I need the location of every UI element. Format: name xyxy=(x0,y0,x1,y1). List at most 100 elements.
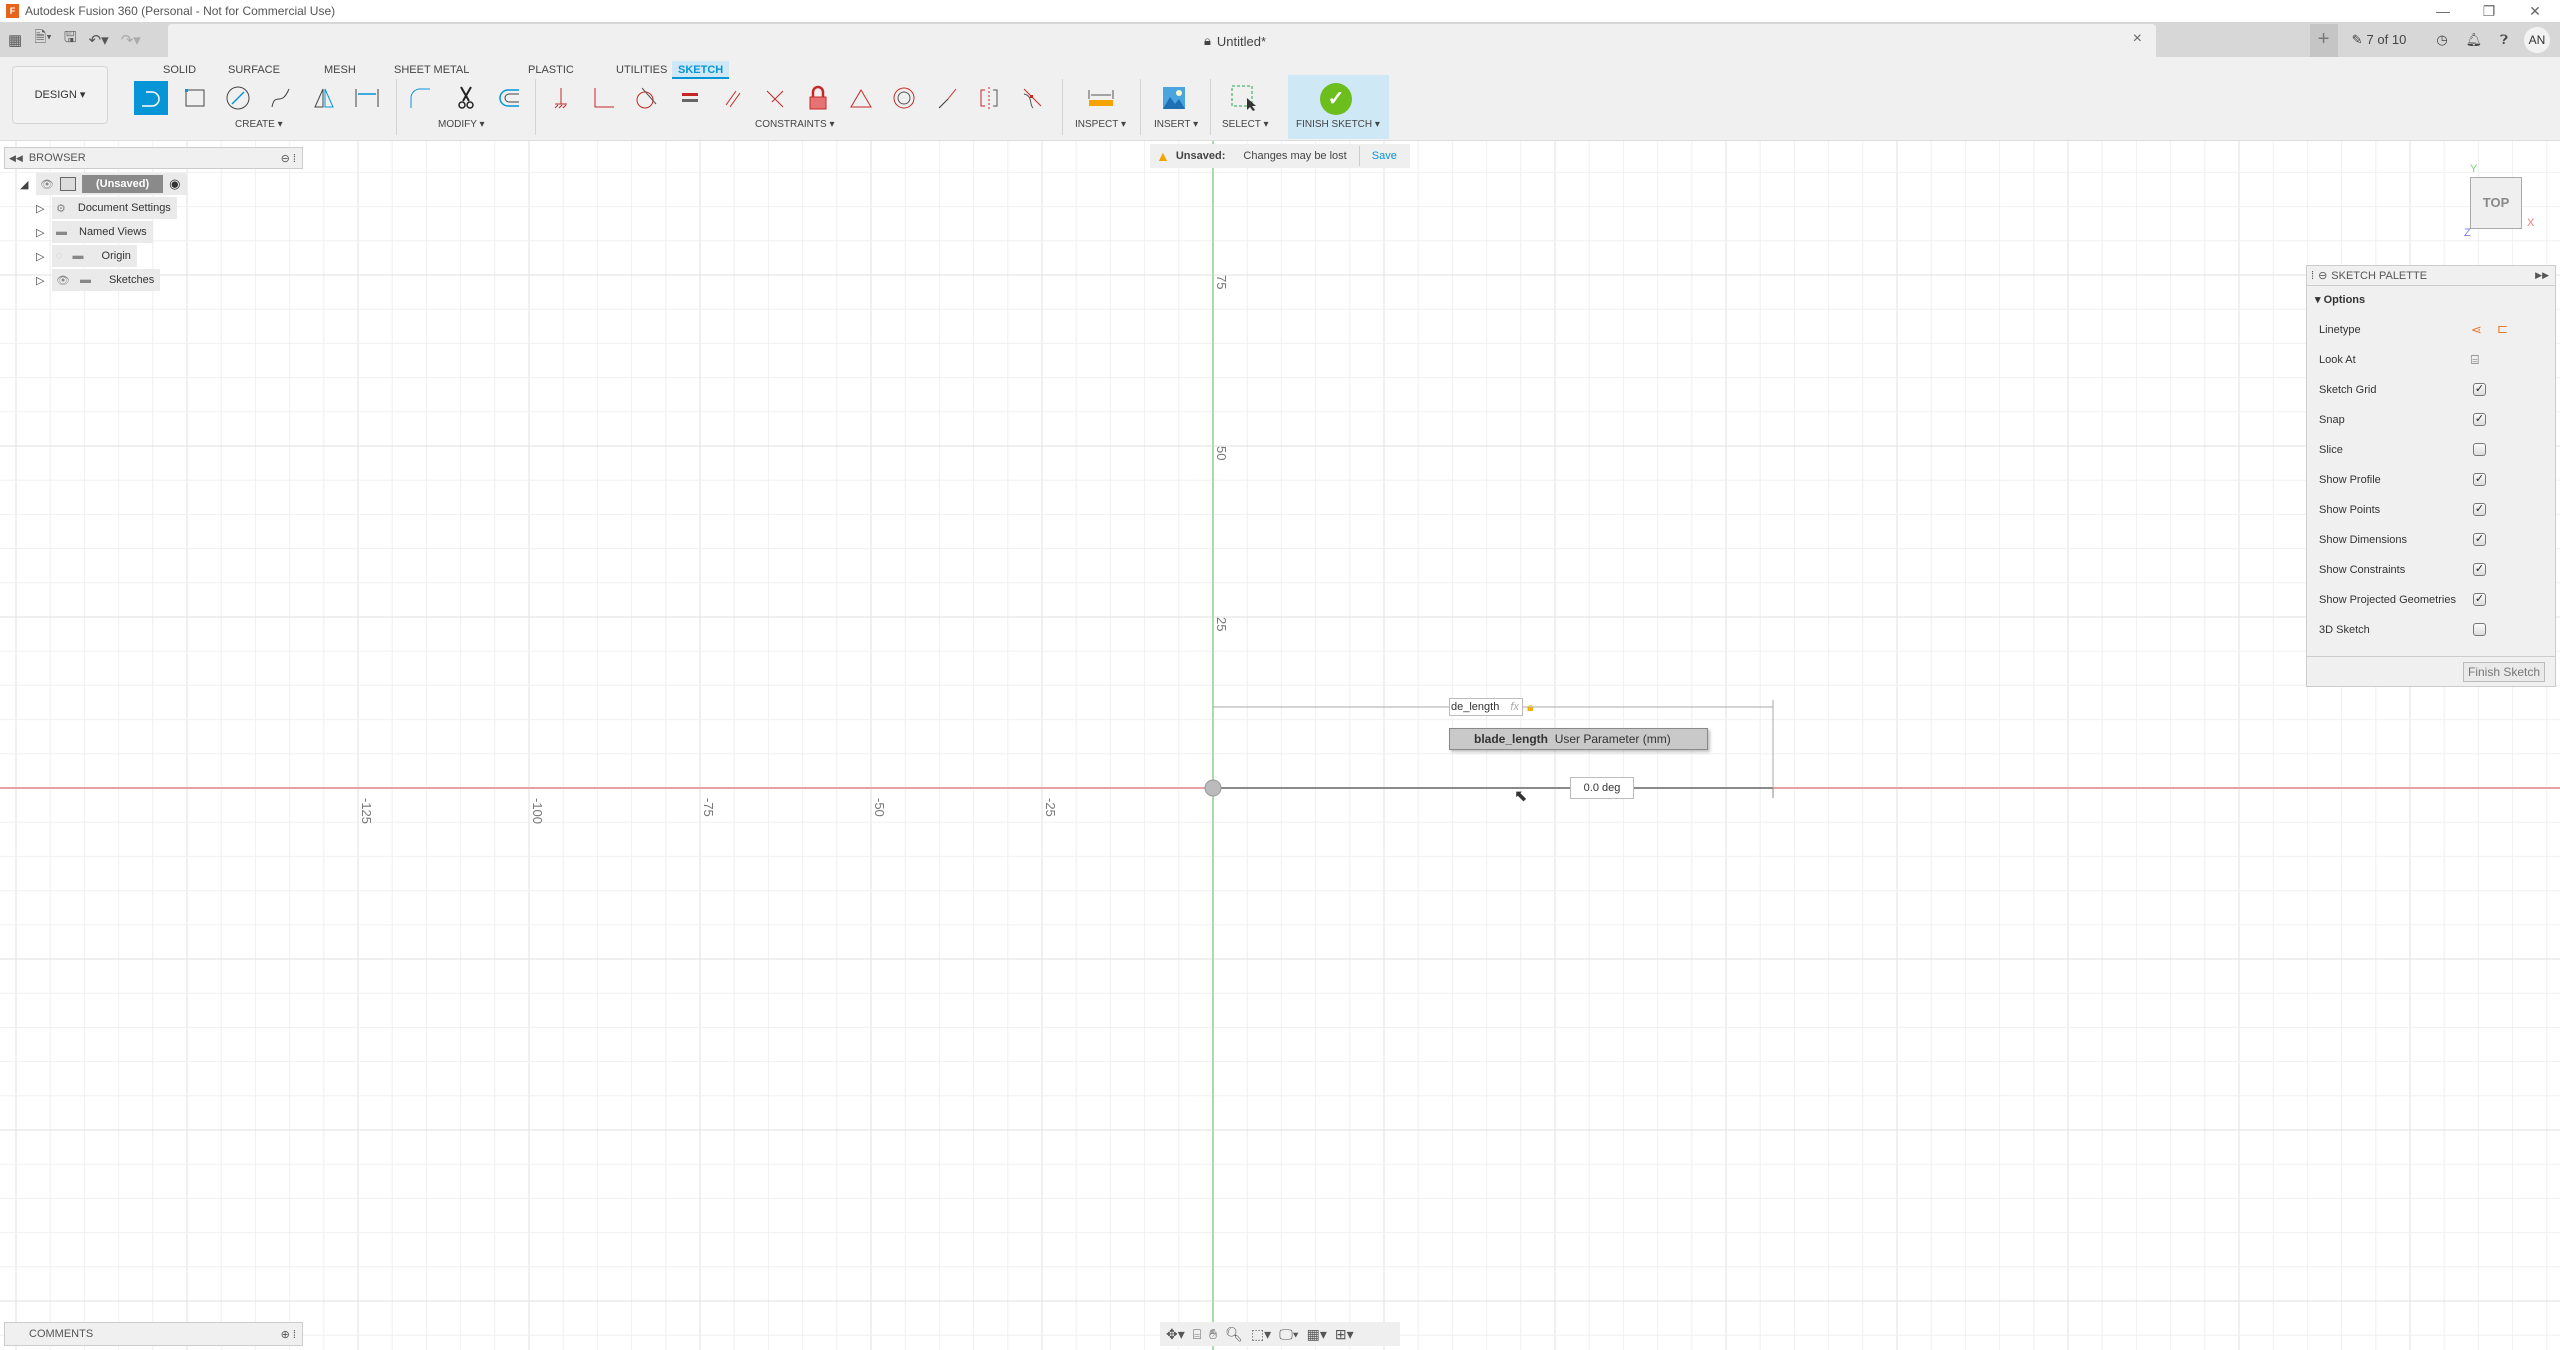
coincident-constraint-tool[interactable] xyxy=(587,81,621,115)
zoom-icon[interactable]: 🔍︎ xyxy=(1225,1326,1243,1343)
browser-item-named-views[interactable]: ▷ ▬ Named Views xyxy=(36,221,153,243)
checkbox-show-constraints[interactable]: ✓ xyxy=(2473,563,2486,576)
tab-solid[interactable]: SOLID xyxy=(157,61,202,79)
look-at-icon[interactable]: ⌸ xyxy=(2471,352,2479,368)
eye-icon[interactable]: 👁︎ xyxy=(56,274,70,287)
finish-sketch-palette-button[interactable]: Finish Sketch xyxy=(2463,662,2545,682)
palette-expand-icon[interactable]: ▶▶ xyxy=(2535,270,2549,281)
browser-item-origin[interactable]: ▷ ◌ ▬ Origin xyxy=(36,245,137,267)
parallel-constraint-tool[interactable] xyxy=(716,81,750,115)
file-menu-icon[interactable]: 🗎▾ xyxy=(34,27,52,52)
browser-root[interactable]: ◢ 👁︎ (Unsaved) ◉ xyxy=(20,173,187,195)
tab-sketch[interactable]: SKETCH xyxy=(672,61,730,79)
help-icon[interactable]: ❓︎ xyxy=(2500,32,2508,48)
tab-plastic[interactable]: PLASTIC xyxy=(522,61,580,79)
checkbox-show-dimensions[interactable]: ✓ xyxy=(2473,533,2486,546)
checkbox-show-profile[interactable]: ✓ xyxy=(2473,473,2486,486)
fillet-tool[interactable] xyxy=(403,81,437,115)
expand-triangle-icon[interactable]: ▷ xyxy=(36,250,52,263)
trim-tool[interactable] xyxy=(449,81,483,115)
job-status[interactable]: ✎ 7 of 10 xyxy=(2352,32,2407,48)
checkbox-sketch-grid[interactable]: ✓ xyxy=(2473,383,2486,396)
save-link[interactable]: Save xyxy=(1372,150,1397,162)
pan-hand-icon[interactable]: ✋︎ xyxy=(1209,1326,1217,1343)
create-group-label[interactable]: CREATE ▾ xyxy=(235,119,283,130)
expand-triangle-icon[interactable]: ▷ xyxy=(36,274,52,287)
tab-utilities[interactable]: UTILITIES xyxy=(610,61,673,79)
inspect-group-label[interactable]: INSPECT ▾ xyxy=(1075,119,1126,130)
perpendicular-constraint-tool[interactable] xyxy=(758,81,792,115)
offset-tool[interactable] xyxy=(492,81,526,115)
eye-hidden-icon[interactable]: ◌ xyxy=(56,250,63,262)
lock-dimension-icon[interactable]: 🔒︎ xyxy=(1527,700,1533,715)
curvature-constraint-tool[interactable] xyxy=(1015,81,1049,115)
sketch-dimension-tool[interactable] xyxy=(350,81,384,115)
viewports-icon[interactable]: ⊞▾ xyxy=(1335,1326,1354,1343)
checkbox-3d-sketch[interactable] xyxy=(2473,623,2486,636)
symmetry-constraint-tool[interactable] xyxy=(972,81,1006,115)
finish-sketch-button[interactable]: ✓ FINISH SKETCH ▾ xyxy=(1288,75,1389,139)
browser-minimize-icon[interactable]: ⊖ ⁞ xyxy=(281,152,296,165)
workspace-switcher[interactable]: DESIGN ▾ xyxy=(12,66,108,124)
activate-radio-icon[interactable]: ◉ xyxy=(169,176,180,192)
construction-linetype-icon[interactable]: ⋖ xyxy=(2471,322,2482,338)
palette-minimize-icon[interactable]: ⊖ xyxy=(2318,269,2327,282)
checkbox-show-projected-geometries[interactable]: ✓ xyxy=(2473,593,2486,606)
dimension-input[interactable]: de_length fx xyxy=(1449,698,1523,716)
equal-constraint-tool[interactable] xyxy=(673,81,707,115)
collapse-triangle-icon[interactable]: ◢ xyxy=(20,178,36,191)
redo-icon[interactable]: ↷▾ xyxy=(121,31,141,49)
angle-input[interactable]: 0.0 deg xyxy=(1570,777,1634,799)
spline-tool[interactable] xyxy=(264,81,298,115)
select-tool[interactable] xyxy=(1227,81,1261,115)
sketch-canvas[interactable]: 75 50 25 -125 -100 -75 -50 -25 xyxy=(0,141,2560,1350)
tangent-constraint-tool[interactable] xyxy=(629,81,663,115)
close-tab-icon[interactable]: × xyxy=(2133,30,2142,48)
look-at-icon[interactable]: ⌸ xyxy=(1193,1326,1201,1343)
grid-settings-icon[interactable]: ▦▾ xyxy=(1307,1326,1327,1343)
tab-sheet-metal[interactable]: SHEET METAL xyxy=(388,61,475,79)
document-tab[interactable]: 🔒︎ Untitled* × xyxy=(168,24,2156,57)
minimize-button[interactable]: — xyxy=(2420,0,2466,22)
eye-icon[interactable]: 👁︎ xyxy=(40,178,54,191)
measure-tool[interactable] xyxy=(1084,81,1118,115)
midpoint-constraint-tool[interactable] xyxy=(844,81,878,115)
fix-constraint-tool[interactable] xyxy=(544,81,578,115)
collinear-constraint-tool[interactable] xyxy=(930,81,964,115)
tab-surface[interactable]: SURFACE xyxy=(222,61,286,79)
fx-icon[interactable]: fx xyxy=(1510,701,1519,713)
save-icon[interactable]: 🖫 xyxy=(64,27,77,52)
app-grid-icon[interactable]: ▦ xyxy=(8,31,22,49)
checkbox-slice[interactable] xyxy=(2473,443,2486,456)
fit-icon[interactable]: ⬚▾ xyxy=(1251,1326,1271,1343)
undo-icon[interactable]: ↶▾ xyxy=(89,31,109,49)
concentric-constraint-tool[interactable] xyxy=(887,81,921,115)
browser-item-document-settings[interactable]: ▷ ⚙ Document Settings xyxy=(36,197,177,219)
palette-grip-icon[interactable]: ⁞ xyxy=(2311,270,2314,282)
avatar[interactable]: AN xyxy=(2524,26,2550,53)
viewcube-face-top[interactable]: TOP xyxy=(2483,195,2510,210)
expand-triangle-icon[interactable]: ▷ xyxy=(36,226,52,239)
mirror-tool[interactable] xyxy=(307,81,341,115)
line-tool[interactable] xyxy=(134,81,168,115)
rectangle-tool[interactable] xyxy=(178,81,212,115)
viewcube[interactable]: TOP xyxy=(2470,177,2522,229)
autocomplete-suggestion[interactable]: blade_length User Parameter (mm) xyxy=(1449,728,1708,750)
checkbox-snap[interactable]: ✓ xyxy=(2473,413,2486,426)
display-settings-icon[interactable]: 🖵▾ xyxy=(1279,1326,1298,1343)
restore-button[interactable]: ❐ xyxy=(2466,0,2512,22)
notification-bell-icon[interactable]: 🔔︎ xyxy=(2466,32,2483,48)
new-tab-button[interactable]: + xyxy=(2309,24,2338,57)
add-comment-icon[interactable]: ⊕ ⁞ xyxy=(281,1328,296,1341)
options-section-toggle[interactable]: ▾ Options xyxy=(2315,290,2365,310)
clock-icon[interactable]: ◷ xyxy=(2436,32,2447,48)
tab-mesh[interactable]: MESH xyxy=(318,61,362,79)
modify-group-label[interactable]: MODIFY ▾ xyxy=(438,119,485,130)
checkbox-show-points[interactable]: ✓ xyxy=(2473,503,2486,516)
browser-item-sketches[interactable]: ▷ 👁︎ ▬ Sketches xyxy=(36,269,161,291)
constraints-group-label[interactable]: CONSTRAINTS ▾ xyxy=(755,119,834,130)
close-window-button[interactable]: ✕ xyxy=(2512,0,2558,22)
insert-image-tool[interactable] xyxy=(1157,81,1191,115)
circle-tool[interactable] xyxy=(221,81,255,115)
lock-constraint-tool[interactable] xyxy=(801,81,835,115)
